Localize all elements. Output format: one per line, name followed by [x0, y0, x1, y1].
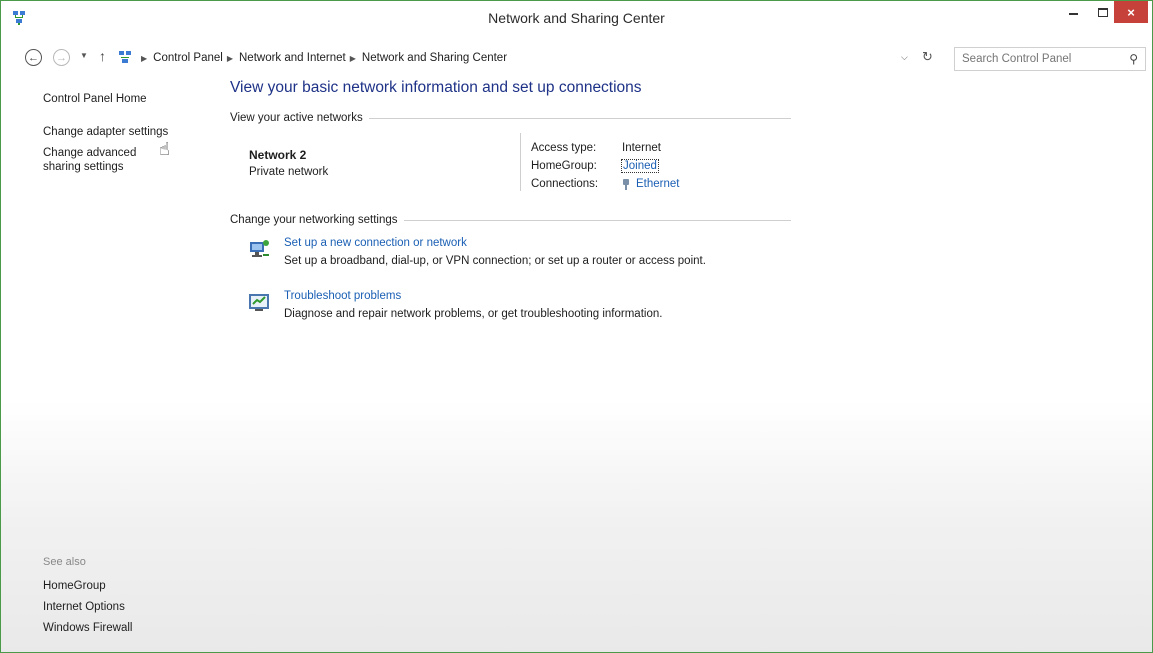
sidebar-item-change-advanced-sharing-settings[interactable]: Change advanced sharing settings [43, 146, 155, 174]
back-button[interactable]: ← [25, 49, 42, 66]
main-content: View your basic network information and … [230, 79, 930, 320]
network-properties: Access type: Internet HomeGroup: Joined … [531, 139, 679, 193]
close-button[interactable]: × [1114, 1, 1148, 23]
homegroup-row: HomeGroup: Joined [531, 157, 679, 175]
active-networks-section: View your active networks [230, 112, 791, 124]
ethernet-connection-link[interactable]: Ethernet [636, 178, 679, 190]
page-title: View your basic network information and … [230, 79, 642, 96]
connections-label: Connections: [531, 178, 599, 190]
access-type-row: Access type: Internet [531, 139, 679, 157]
up-button[interactable]: ↑ [99, 48, 106, 64]
breadcrumb-network-and-internet[interactable]: Network and Internet [239, 52, 346, 64]
troubleshoot-icon [249, 294, 269, 311]
see-also-title: See also [43, 556, 86, 568]
section-divider [368, 117, 791, 119]
search-input[interactable] [962, 53, 1112, 65]
back-arrow-icon: ← [28, 51, 39, 64]
address-dropdown-icon[interactable]: ⌵ [901, 52, 908, 63]
forward-button[interactable]: → [53, 49, 70, 66]
troubleshoot-description: Diagnose and repair network problems, or… [284, 308, 663, 320]
setup-connection-link[interactable]: Set up a new connection or network [284, 237, 467, 249]
breadcrumb-chevron-icon[interactable]: ▶ [227, 54, 233, 63]
see-also-section: See also HomeGroup Internet Options Wind… [43, 556, 132, 639]
ethernet-icon [623, 178, 629, 190]
see-also-windows-firewall[interactable]: Windows Firewall [43, 618, 132, 639]
new-connection-icon [250, 240, 269, 257]
setup-connection-description: Set up a broadband, dial-up, or VPN conn… [284, 255, 706, 267]
forward-arrow-icon: → [56, 51, 67, 64]
up-arrow-icon: ↑ [99, 48, 106, 64]
breadcrumb-chevron-icon[interactable]: ▶ [350, 54, 356, 63]
network-category: Private network [249, 166, 329, 178]
title-bar: Network and Sharing Center × [1, 1, 1152, 37]
troubleshoot-link[interactable]: Troubleshoot problems [284, 290, 401, 302]
breadcrumb-chevron-icon[interactable]: ▶ [141, 54, 147, 63]
search-box[interactable]: ⚲ [954, 47, 1146, 71]
minimize-button[interactable] [1058, 1, 1088, 23]
hand-cursor-icon: ☝ [159, 139, 170, 159]
see-also-internet-options[interactable]: Internet Options [43, 597, 132, 618]
network-name: Network 2 [249, 148, 307, 162]
breadcrumb-network-and-sharing-center[interactable]: Network and Sharing Center [362, 52, 507, 64]
address-bar[interactable]: ▶ Control Panel ▶ Network and Internet ▶… [117, 47, 947, 69]
sidebar: Control Panel Home Change adapter settin… [43, 91, 213, 174]
connections-row: Connections: Ethernet [531, 175, 679, 193]
minimize-icon [1068, 13, 1078, 15]
window: Network and Sharing Center × ← → ▼ ↑ ▶ C… [0, 0, 1153, 653]
homegroup-label: HomeGroup: [531, 160, 597, 172]
breadcrumb-control-panel[interactable]: Control Panel [153, 52, 223, 64]
sidebar-item-change-adapter-settings[interactable]: Change adapter settings [43, 125, 213, 139]
change-settings-section: Change your networking settings [230, 214, 791, 226]
active-networks-label: View your active networks [230, 112, 363, 124]
search-icon[interactable]: ⚲ [1129, 52, 1138, 66]
sidebar-item-control-panel-home[interactable]: Control Panel Home [43, 92, 213, 106]
access-type-value: Internet [622, 142, 661, 154]
section-divider [403, 219, 791, 221]
window-title: Network and Sharing Center [488, 10, 665, 26]
vertical-divider [520, 133, 521, 191]
homegroup-joined-link[interactable]: Joined [621, 159, 659, 173]
control-panel-icon [119, 51, 131, 63]
refresh-icon[interactable]: ↻ [922, 49, 933, 65]
access-type-label: Access type: [531, 142, 597, 154]
maximize-icon [1098, 7, 1108, 17]
recent-locations-dropdown[interactable]: ▼ [80, 51, 88, 60]
close-icon: × [1127, 4, 1135, 20]
see-also-homegroup[interactable]: HomeGroup [43, 576, 132, 597]
change-settings-label: Change your networking settings [230, 214, 398, 226]
